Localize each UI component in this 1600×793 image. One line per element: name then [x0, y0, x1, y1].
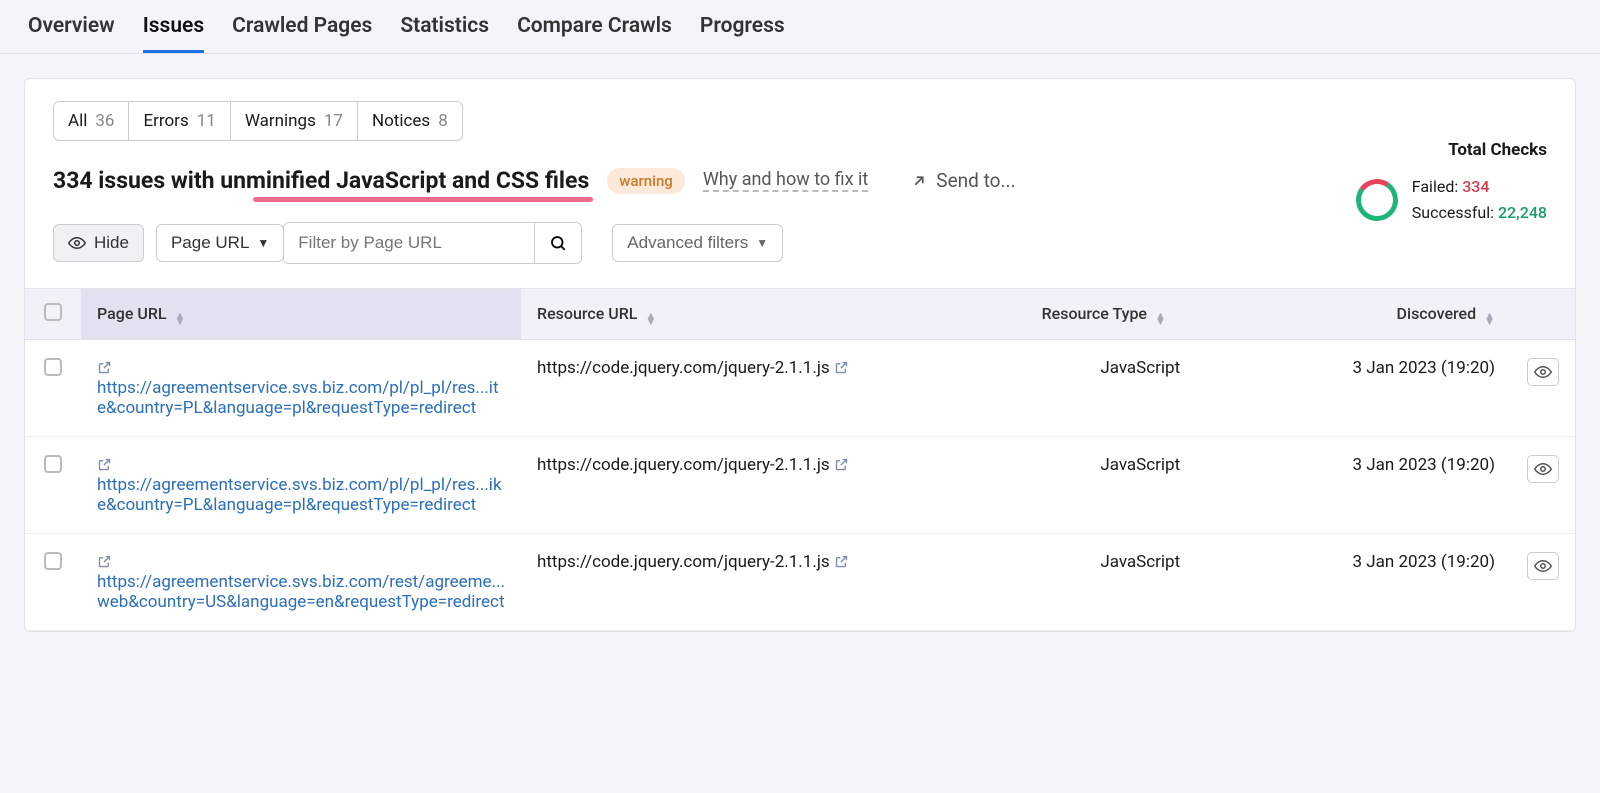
external-link-icon[interactable]: [834, 358, 849, 378]
issues-panel: All 36 Errors 11 Warnings 17 Notices 8 3…: [24, 78, 1576, 632]
successful-label: Successful:: [1412, 203, 1494, 222]
issue-title: 334 issues with unminified JavaScript an…: [53, 167, 589, 194]
tab-overview[interactable]: Overview: [28, 14, 115, 53]
col-resource-url[interactable]: Resource URL ▲▼: [521, 289, 1026, 340]
pill-label: Warnings: [245, 111, 316, 131]
chevron-down-icon: ▼: [257, 236, 269, 250]
discovered-date: 3 Jan 2023 (19:20): [1352, 552, 1495, 572]
sort-icon: ▲▼: [645, 313, 656, 325]
hide-button[interactable]: Hide: [53, 224, 144, 262]
eye-icon: [68, 234, 86, 252]
table-row: https://agreementservice.svs.biz.com/pl/…: [25, 340, 1575, 437]
tab-statistics[interactable]: Statistics: [400, 14, 489, 53]
filter-pills: All 36 Errors 11 Warnings 17 Notices 8: [25, 79, 1575, 141]
resource-url: https://code.jquery.com/jquery-2.1.1.js: [537, 358, 830, 378]
pill-label: All: [68, 111, 87, 131]
page-url-dropdown[interactable]: Page URL ▼: [156, 224, 284, 262]
page-url-link[interactable]: https://agreementservice.svs.biz.com/pl/…: [97, 475, 502, 515]
col-discovered[interactable]: Discovered ▲▼: [1255, 289, 1511, 340]
sort-icon: ▲▼: [175, 313, 186, 325]
external-link-icon[interactable]: [834, 552, 849, 572]
resource-url: https://code.jquery.com/jquery-2.1.1.js: [537, 552, 830, 572]
totals-widget: Failed: 334 Successful: 22,248: [1356, 174, 1547, 225]
page-url-link[interactable]: https://agreementservice.svs.biz.com/pl/…: [97, 378, 499, 418]
send-to-button[interactable]: Send to...: [910, 169, 1015, 192]
view-button[interactable]: [1527, 358, 1559, 386]
pill-all[interactable]: All 36: [54, 102, 129, 140]
view-button[interactable]: [1527, 552, 1559, 580]
successful-count: 22,248: [1498, 203, 1547, 222]
tab-progress[interactable]: Progress: [700, 14, 785, 53]
pill-label: Errors: [143, 111, 188, 131]
tab-issues[interactable]: Issues: [143, 14, 204, 53]
share-arrow-icon: [910, 172, 928, 190]
advanced-filters-button[interactable]: Advanced filters ▼: [612, 224, 783, 262]
table-row: https://agreementservice.svs.biz.com/res…: [25, 534, 1575, 631]
failed-count: 334: [1462, 177, 1489, 196]
resource-url: https://code.jquery.com/jquery-2.1.1.js: [537, 455, 830, 475]
external-link-icon[interactable]: [834, 455, 849, 475]
page-url-link[interactable]: https://agreementservice.svs.biz.com/res…: [97, 572, 505, 612]
highlight-underline: [253, 197, 593, 202]
col-resource-type[interactable]: Resource Type ▲▼: [1026, 289, 1255, 340]
controls-row: Hide Page URL ▼ Advanced filters ▼ Total…: [25, 204, 1575, 288]
pill-count: 36: [95, 111, 114, 131]
pill-count: 17: [324, 111, 343, 131]
chevron-down-icon: ▼: [756, 236, 768, 250]
warning-badge: warning: [607, 168, 685, 194]
search-icon: [549, 234, 567, 252]
fix-link[interactable]: Why and how to fix it: [703, 169, 868, 192]
issues-table: Page URL ▲▼ Resource URL ▲▼ Resource Typ…: [25, 288, 1575, 631]
sort-icon: ▲▼: [1484, 313, 1495, 325]
filter-input[interactable]: [284, 223, 534, 263]
search-button[interactable]: [534, 223, 581, 263]
discovered-date: 3 Jan 2023 (19:20): [1352, 358, 1495, 378]
row-checkbox[interactable]: [44, 358, 62, 376]
failed-label: Failed:: [1412, 177, 1458, 196]
dropdown-label: Page URL: [171, 233, 249, 253]
discovered-date: 3 Jan 2023 (19:20): [1352, 455, 1495, 475]
row-checkbox[interactable]: [44, 552, 62, 570]
table-row: https://agreementservice.svs.biz.com/pl/…: [25, 437, 1575, 534]
view-button[interactable]: [1527, 455, 1559, 483]
pill-label: Notices: [372, 111, 430, 131]
issue-header: 334 issues with unminified JavaScript an…: [25, 141, 1575, 204]
totals-title: Total Checks: [1448, 140, 1547, 160]
resource-type: JavaScript: [1100, 552, 1180, 572]
external-link-icon[interactable]: [97, 358, 112, 378]
pill-errors[interactable]: Errors 11: [129, 102, 230, 140]
col-page-url[interactable]: Page URL ▲▼: [81, 289, 521, 340]
pill-count: 11: [197, 111, 216, 131]
resource-type: JavaScript: [1100, 358, 1180, 378]
resource-type: JavaScript: [1100, 455, 1180, 475]
row-checkbox[interactable]: [44, 455, 62, 473]
external-link-icon[interactable]: [97, 552, 112, 572]
pill-count: 8: [438, 111, 448, 131]
totals-ring-icon: [1352, 175, 1401, 224]
hide-label: Hide: [94, 233, 129, 253]
pill-notices[interactable]: Notices 8: [358, 102, 462, 140]
external-link-icon[interactable]: [97, 455, 112, 475]
tab-crawled-pages[interactable]: Crawled Pages: [232, 14, 372, 53]
send-to-label: Send to...: [936, 169, 1015, 192]
tab-compare-crawls[interactable]: Compare Crawls: [517, 14, 672, 53]
advanced-filters-label: Advanced filters: [627, 233, 748, 253]
sort-icon: ▲▼: [1155, 313, 1166, 325]
pill-warnings[interactable]: Warnings 17: [231, 102, 358, 140]
main-tabs: Overview Issues Crawled Pages Statistics…: [0, 0, 1600, 54]
select-all-checkbox[interactable]: [44, 303, 62, 321]
